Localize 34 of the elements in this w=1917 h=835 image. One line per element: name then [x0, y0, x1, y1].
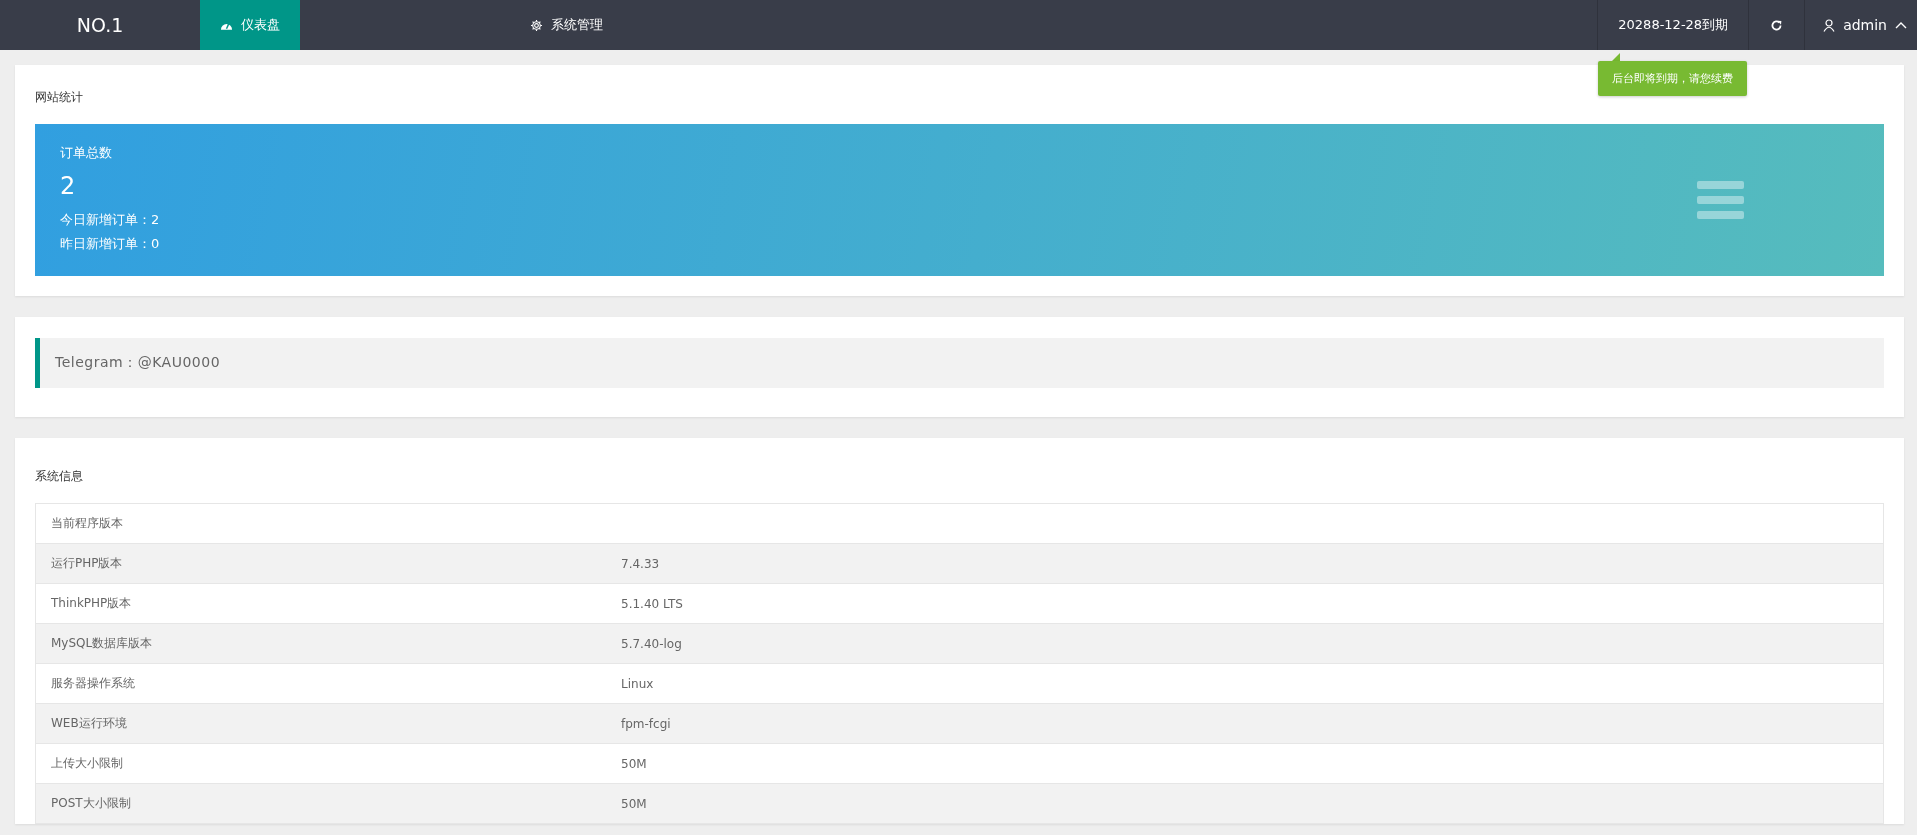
stat-detail: 昨日新增订单：0 [60, 235, 160, 253]
table-cell-text: fpm-fcgi [621, 716, 672, 731]
table-cell-text: 50M [621, 756, 648, 771]
stat-value: 2 [60, 172, 77, 200]
table-cell-text: Linux [621, 676, 655, 691]
settings-icon [530, 18, 543, 32]
table-cell-text: POST大小限制 [51, 795, 132, 812]
user-menu[interactable]: admin [1805, 0, 1917, 50]
card-title: 网站统计 [35, 89, 83, 106]
table-cell-text: MySQL数据库版本 [51, 635, 154, 652]
table-cell-text: WEB运行环境 [51, 715, 128, 732]
table-cell-text: 服务器操作系统 [51, 675, 136, 692]
stat-label: 订单总数 [60, 144, 113, 162]
caret-icon [1895, 21, 1907, 29]
table-cell-text: 7.4.33 [621, 556, 661, 571]
table-cell-text: ThinkPHP版本 [51, 595, 133, 612]
card-title: 系统信息 [35, 468, 83, 485]
table-cell-text: 上传大小限制 [51, 755, 124, 772]
nav-tab[interactable]: 系统管理 [510, 0, 623, 50]
table-cell-text: 运行PHP版本 [51, 555, 124, 572]
refresh-icon [1770, 18, 1784, 32]
expiry-tooltip: 后台即将到期，请您续费 [1598, 61, 1748, 96]
notice-quote: Telegram：@KAU0000 [35, 338, 1884, 388]
list-icon [1697, 180, 1744, 220]
user-icon [1823, 18, 1836, 32]
table-cell-text: 当前程序版本 [51, 515, 124, 532]
table-cell-text: 5.7.40-log [621, 636, 683, 651]
logo-text: NO.1 [75, 13, 125, 38]
expiry-date-text: 20288-12-28到期 [1618, 16, 1729, 34]
nav-tab[interactable]: 仪表盘 [200, 0, 300, 50]
table-cell-text: 50M [621, 796, 648, 811]
table-cell-text: 5.1.40 LTS [621, 596, 684, 611]
tooltip-arrow-icon [1612, 53, 1621, 61]
stat-detail: 今日新增订单：2 [60, 211, 160, 229]
